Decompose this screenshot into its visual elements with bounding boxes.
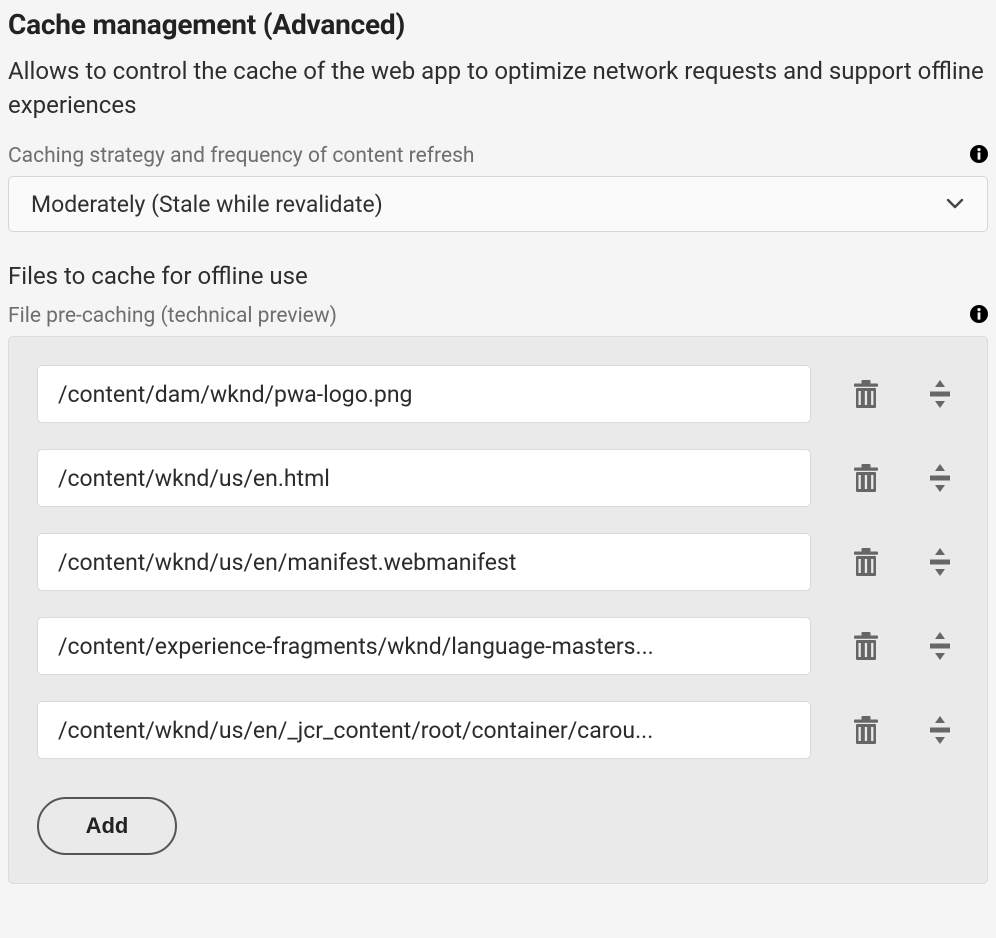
file-row: /content/wknd/us/en.html [37,449,959,507]
reorder-icon [926,463,954,493]
delete-button[interactable] [847,627,885,665]
file-path-input[interactable]: /content/wknd/us/en/manifest.webmanifest [37,533,811,591]
file-path-input[interactable]: /content/dam/wknd/pwa-logo.png [37,365,811,423]
delete-button[interactable] [847,543,885,581]
files-to-cache-heading: Files to cache for offline use [8,262,988,290]
reorder-handle[interactable] [921,375,959,413]
file-row: /content/dam/wknd/pwa-logo.png [37,365,959,423]
trash-icon [852,547,880,577]
file-path-input[interactable]: /content/wknd/us/en.html [37,449,811,507]
section-title: Cache management (Advanced) [8,8,988,41]
chevron-down-icon [945,194,965,214]
file-row: /content/wknd/us/en/manifest.webmanifest [37,533,959,591]
file-precaching-panel: /content/dam/wknd/pwa-logo.png /content/… [8,336,988,884]
reorder-handle[interactable] [921,459,959,497]
reorder-handle[interactable] [921,627,959,665]
delete-button[interactable] [847,459,885,497]
trash-icon [852,715,880,745]
add-button[interactable]: Add [37,797,177,855]
delete-button[interactable] [847,711,885,749]
section-description: Allows to control the cache of the web a… [8,55,988,122]
caching-strategy-label: Caching strategy and frequency of conten… [8,144,475,168]
reorder-handle[interactable] [921,543,959,581]
file-path-input[interactable]: /content/experience-fragments/wknd/langu… [37,617,811,675]
reorder-icon [926,631,954,661]
reorder-icon [926,715,954,745]
reorder-handle[interactable] [921,711,959,749]
caching-strategy-select[interactable]: Moderately (Stale while revalidate) [8,176,988,232]
info-icon[interactable] [970,145,988,167]
file-row: /content/wknd/us/en/_jcr_content/root/co… [37,701,959,759]
delete-button[interactable] [847,375,885,413]
trash-icon [852,379,880,409]
info-icon[interactable] [970,305,988,327]
file-precaching-label: File pre-caching (technical preview) [8,304,337,328]
reorder-icon [926,379,954,409]
reorder-icon [926,547,954,577]
file-row: /content/experience-fragments/wknd/langu… [37,617,959,675]
trash-icon [852,631,880,661]
caching-strategy-value: Moderately (Stale while revalidate) [31,191,383,218]
trash-icon [852,463,880,493]
file-path-input[interactable]: /content/wknd/us/en/_jcr_content/root/co… [37,701,811,759]
